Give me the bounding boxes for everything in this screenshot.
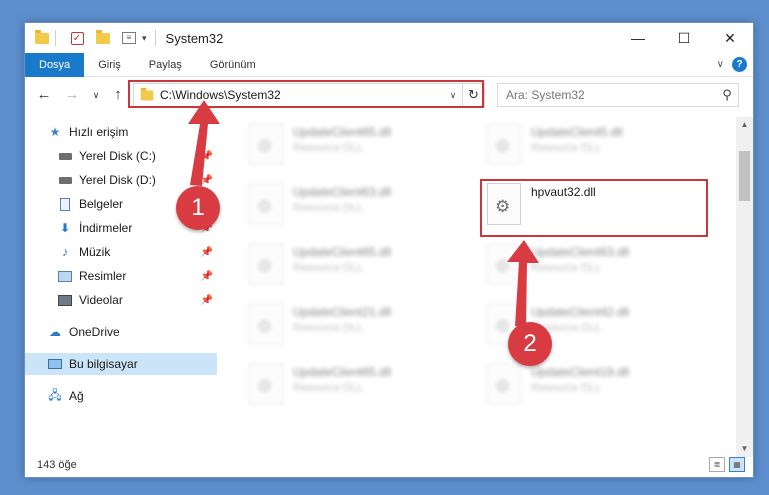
annotation-arrows [188, 100, 539, 327]
callout-step-1: 1 [176, 186, 220, 230]
arrow-1-icon [188, 100, 220, 186]
callout-step-2: 2 [508, 322, 552, 366]
arrow-2-icon [507, 240, 539, 327]
